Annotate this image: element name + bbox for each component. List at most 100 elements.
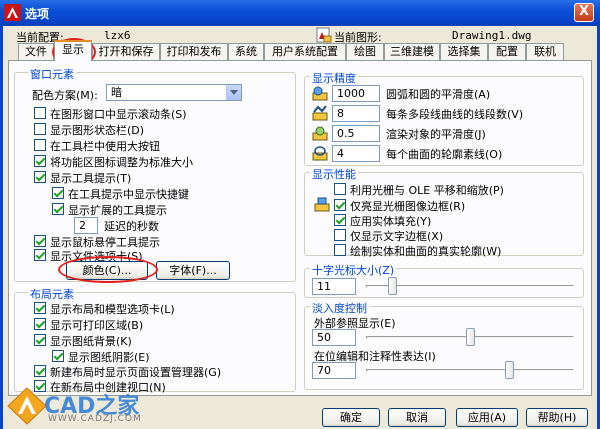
- cad-home-logo-icon: [7, 387, 47, 425]
- page-setup-manager-checkbox[interactable]: [34, 365, 46, 377]
- polyline-segments-label: 每条多段线曲线的线段数(V): [386, 108, 524, 121]
- chevron-down-icon[interactable]: [226, 85, 241, 100]
- status-bar-checkbox[interactable]: [34, 123, 46, 135]
- tab-user-preferences[interactable]: 用户系统配置: [264, 43, 346, 60]
- tab-system[interactable]: 系统: [228, 43, 264, 60]
- fonts-button[interactable]: 字体(F)...: [156, 261, 230, 280]
- color-scheme-select[interactable]: 暗: [106, 84, 242, 101]
- close-button[interactable]: X: [574, 3, 594, 22]
- title-bar[interactable]: [0, 0, 600, 26]
- file-tabs-checkbox[interactable]: [34, 249, 46, 261]
- tab-plot-publish[interactable]: 打印和发布: [160, 43, 228, 60]
- layout-elements-title: 布局元素: [28, 286, 76, 302]
- printable-area-checkbox[interactable]: [34, 318, 46, 330]
- ribbon-icons-checkbox[interactable]: [34, 155, 46, 167]
- solid-fill-checkbox[interactable]: [334, 214, 346, 226]
- polyline-segments-input[interactable]: 8: [332, 105, 380, 122]
- arc-smoothness-value: 1000: [337, 87, 365, 100]
- contour-lines-value: 4: [337, 147, 344, 160]
- xref-display-input[interactable]: 50: [312, 329, 356, 346]
- ribbon-icons-label: 将功能区图标调整为标准大小: [50, 156, 193, 169]
- contour-lines-icon: [312, 146, 328, 161]
- tab-open-save[interactable]: 打开和保存: [92, 43, 160, 60]
- extended-tooltips-label: 显示扩展的工具提示: [68, 204, 167, 217]
- true-silhouettes-checkbox[interactable]: [334, 244, 346, 256]
- delay-seconds-input[interactable]: 2: [74, 217, 98, 234]
- crosshair-size-input[interactable]: 11: [312, 278, 356, 295]
- contour-lines-input[interactable]: 4: [332, 145, 380, 162]
- scrollbars-label: 在图形窗口中显示滚动条(S): [50, 108, 187, 121]
- color-scheme-label: 配色方案(M):: [32, 89, 98, 102]
- display-resolution-title: 显示精度: [310, 70, 358, 86]
- text-boundary-label: 仅显示文字边框(X): [350, 230, 444, 243]
- rendered-smoothness-value: 0.5: [337, 127, 355, 140]
- xref-display-slider[interactable]: [465, 328, 475, 346]
- tab-3d-modeling[interactable]: 三维建模: [384, 43, 440, 60]
- contour-lines-label: 每个曲面的轮廓素线(O): [386, 148, 503, 161]
- tooltip-shortcuts-label: 在工具提示中显示快捷键: [68, 188, 189, 201]
- raster-frame-only-label: 仅亮显光栅图像边框(R): [350, 200, 466, 213]
- tooltips-label: 显示工具提示(T): [50, 172, 132, 185]
- tooltip-shortcuts-checkbox[interactable]: [52, 187, 64, 199]
- paper-background-checkbox[interactable]: [34, 334, 46, 346]
- tab-display[interactable]: 显示: [54, 40, 92, 61]
- crosshair-size-title: 十字光标大小(Z): [310, 262, 397, 278]
- fade-control-title: 淡入度控制: [310, 300, 369, 316]
- solid-fill-label: 应用实体填充(Y): [350, 215, 432, 228]
- status-bar-label: 显示图形状态栏(D): [50, 124, 145, 137]
- tab-drafting[interactable]: 绘图: [346, 43, 384, 60]
- tab-files[interactable]: 文件: [18, 43, 54, 60]
- delay-seconds-label: 延迟的秒数: [104, 220, 159, 233]
- tab-profiles[interactable]: 配置: [488, 43, 526, 60]
- extended-tooltips-checkbox[interactable]: [52, 203, 64, 215]
- scrollbars-checkbox[interactable]: [34, 107, 46, 119]
- layout-model-tabs-checkbox[interactable]: [34, 302, 46, 314]
- performance-icon: [314, 197, 330, 212]
- crosshair-size-value: 11: [317, 280, 331, 293]
- raster-frame-only-checkbox[interactable]: [334, 199, 346, 211]
- current-drawing-value: Drawing1.dwg: [452, 29, 532, 42]
- apply-button[interactable]: 应用(A): [456, 408, 518, 427]
- help-button[interactable]: 帮助(H): [526, 408, 588, 427]
- delay-seconds-value: 2: [79, 219, 86, 232]
- arc-smoothness-label: 圆弧和圆的平滑度(A): [386, 88, 491, 101]
- crosshair-size-track: [366, 285, 574, 288]
- inplace-edit-input[interactable]: 70: [312, 362, 356, 379]
- rendered-smoothness-label: 渲染对象的平滑度(J): [386, 128, 486, 141]
- color-scheme-value: 暗: [111, 86, 122, 99]
- display-performance-title: 显示性能: [310, 166, 358, 182]
- polyline-segments-value: 8: [337, 107, 344, 120]
- tab-online[interactable]: 联机: [526, 43, 564, 60]
- arc-smoothness-icon: [312, 86, 328, 101]
- ok-button[interactable]: 确定: [322, 408, 380, 427]
- polyline-segments-icon: [312, 105, 328, 121]
- printable-area-label: 显示可打印区域(B): [50, 319, 144, 332]
- autocad-logo-icon: [4, 4, 21, 21]
- large-buttons-checkbox[interactable]: [34, 139, 46, 151]
- arc-smoothness-input[interactable]: 1000: [332, 85, 380, 102]
- tooltips-checkbox[interactable]: [34, 171, 46, 183]
- paper-shadow-checkbox[interactable]: [52, 350, 64, 362]
- inplace-edit-slider[interactable]: [505, 361, 515, 379]
- crosshair-size-slider[interactable]: [387, 277, 397, 295]
- rendered-smoothness-input[interactable]: 0.5: [332, 125, 380, 142]
- inplace-edit-value: 70: [317, 364, 331, 377]
- true-silhouettes-label: 绘制实体和曲面的真实轮廓(W): [350, 245, 502, 258]
- inplace-edit-track: [366, 369, 574, 372]
- window-title: 选项: [25, 7, 50, 21]
- rendered-smoothness-icon: [312, 126, 328, 141]
- window-elements-title: 窗口元素: [28, 66, 76, 82]
- tab-selection[interactable]: 选择集: [440, 43, 488, 60]
- cancel-button[interactable]: 取消: [388, 408, 446, 427]
- highlight-annotation-colors: [58, 256, 158, 283]
- rollover-tooltips-checkbox[interactable]: [34, 235, 46, 247]
- text-boundary-checkbox[interactable]: [334, 229, 346, 241]
- large-buttons-label: 在工具栏中使用大按钮: [50, 140, 160, 153]
- page-setup-manager-label: 新建布局时显示页面设置管理器(G): [50, 366, 222, 379]
- raster-ole-pan-zoom-checkbox[interactable]: [334, 183, 346, 195]
- layout-model-tabs-label: 显示布局和模型选项卡(L): [50, 303, 175, 316]
- xref-display-value: 50: [317, 331, 331, 344]
- paper-background-label: 显示图纸背景(K): [50, 335, 132, 348]
- drawing-file-icon: [316, 27, 332, 43]
- watermark-url: WWW.CADZJ.COM: [48, 414, 142, 424]
